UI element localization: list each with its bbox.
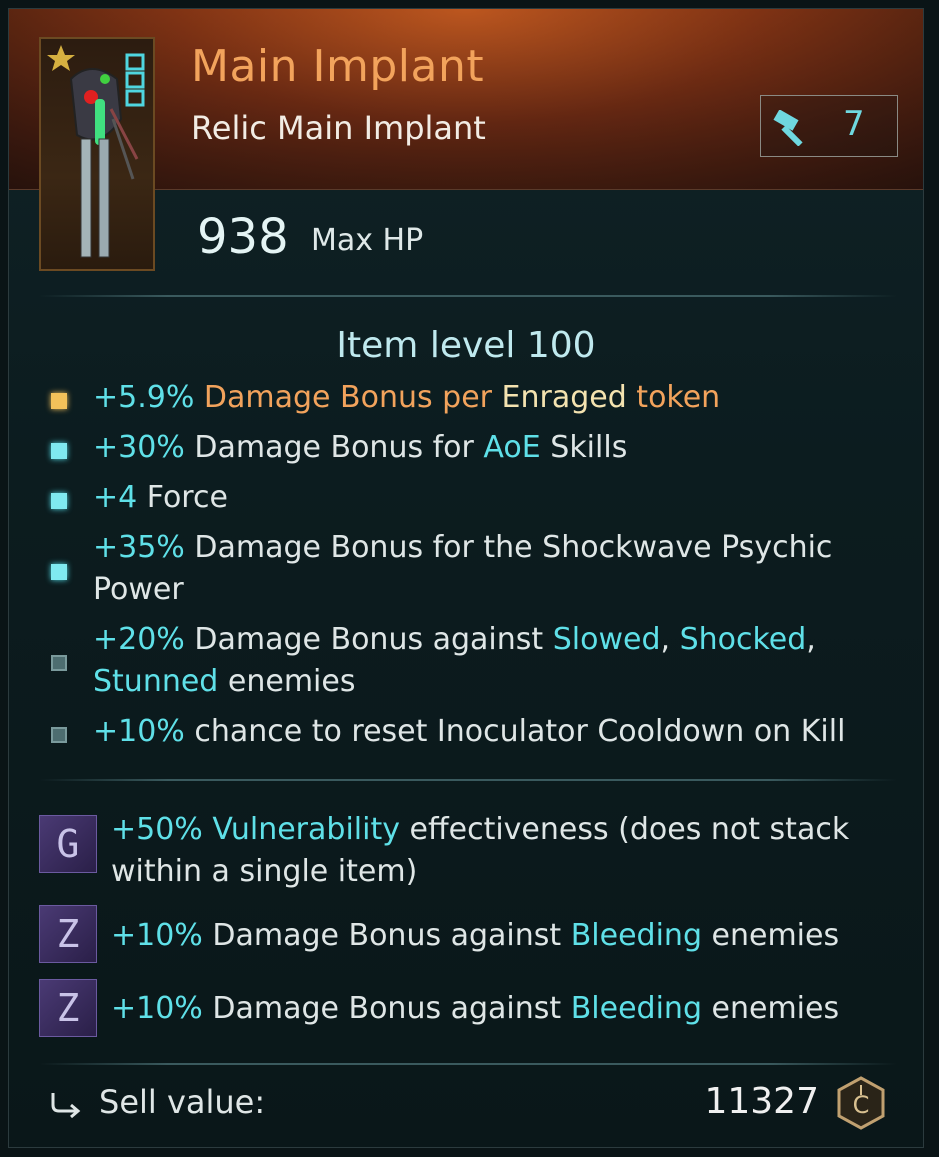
divider [39, 779, 897, 781]
stat-text-segment: +35% [93, 530, 185, 565]
stat-text-segment: Bleeding [570, 918, 702, 953]
stat-text-segment: +4 [93, 480, 138, 515]
stat-text-segment: Force [137, 480, 228, 515]
stat-text-segment: Bleeding [570, 991, 702, 1026]
stat-text-segment: Enraged [501, 380, 627, 415]
mod-rune-icon: Z [39, 979, 97, 1037]
stat-text-segment: Shocked [679, 622, 807, 657]
stat-line: +20% Damage Bonus against Slowed, Shocke… [93, 619, 863, 703]
stat-text-segment: enemies [701, 991, 840, 1026]
stat-text-segment: enemies [701, 918, 840, 953]
stat-text-segment: +10% [111, 991, 203, 1026]
primary-stat-value: 938 [197, 209, 289, 265]
credits-icon: C [837, 1076, 885, 1130]
stat-text-segment: +30% [93, 430, 185, 465]
stat-text-segment: +5.9% [93, 380, 195, 415]
item-tooltip: Main Implant Relic Main Implant 7 938 Ma… [8, 8, 924, 1148]
stat-text-segment: chance to reset Inoculator Cooldown on K… [184, 714, 846, 749]
stat-text-segment: AoE [483, 430, 541, 465]
stat-text-segment [203, 812, 213, 847]
craft-count: 7 [843, 104, 865, 144]
stat-bullet-cyan [51, 443, 67, 459]
stat-text-segment: Damage Bonus for [184, 430, 484, 465]
sell-arrow-icon [51, 1093, 81, 1119]
stat-text-segment: Stunned [93, 664, 219, 699]
mod-rune-glyph: Z [56, 986, 80, 1030]
stat-text-segment: Vulnerability [212, 812, 400, 847]
item-title: Main Implant [191, 41, 485, 92]
item-level: Item level 100 [336, 325, 596, 366]
primary-stat-label: Max HP [311, 223, 424, 258]
mod-line: +50% Vulnerability effectiveness (does n… [111, 809, 901, 893]
stat-bullet-dim [51, 727, 67, 743]
mod-line: +10% Damage Bonus against Bleeding enemi… [111, 988, 901, 1030]
stat-text-segment: Damage Bonus against [202, 918, 571, 953]
mod-rune-icon: G [39, 815, 97, 873]
stat-text-segment: Damage Bonus against [184, 622, 553, 657]
stat-text-segment: Damage Bonus per [194, 380, 502, 415]
svg-text:C: C [853, 1091, 870, 1119]
stat-text-segment: Skills [540, 430, 628, 465]
stat-bullet-cyan [51, 564, 67, 580]
divider [39, 1063, 897, 1065]
stat-text-segment: Slowed [552, 622, 661, 657]
divider [39, 295, 897, 297]
stat-text-segment: Damage Bonus for the Shockwave Psychic P… [93, 530, 833, 607]
stat-text-segment: +10% [111, 918, 203, 953]
mod-rune-glyph: Z [56, 912, 80, 956]
stat-bullet-gold [51, 393, 67, 409]
implant-relic-icon [39, 37, 155, 271]
hammer-icon [773, 110, 803, 146]
stat-text-segment: Damage Bonus against [202, 991, 571, 1026]
stat-line: +35% Damage Bonus for the Shockwave Psyc… [93, 527, 873, 611]
stat-text-segment: token [626, 380, 721, 415]
stat-text-segment: +20% [93, 622, 185, 657]
craft-count-box: 7 [760, 95, 898, 157]
item-type: Relic Main Implant [191, 109, 486, 147]
stat-text-segment: +10% [93, 714, 185, 749]
stat-bullet-cyan [51, 493, 67, 509]
sell-amount: 11327 [704, 1081, 819, 1122]
sell-label: Sell value: [99, 1083, 266, 1121]
stat-line: +10% chance to reset Inoculator Cooldown… [93, 711, 893, 753]
stat-text-segment: +50% [111, 812, 203, 847]
stat-bullet-dim [51, 655, 67, 671]
stat-text-segment: , [806, 622, 816, 657]
stat-line: +4 Force [93, 477, 893, 519]
mod-line: +10% Damage Bonus against Bleeding enemi… [111, 915, 901, 957]
mod-rune-icon: Z [39, 905, 97, 963]
mod-rune-glyph: G [56, 822, 80, 866]
stat-text-segment: , [660, 622, 680, 657]
stat-line: +5.9% Damage Bonus per Enraged token [93, 377, 893, 419]
stat-text-segment: enemies [218, 664, 356, 699]
stat-line: +30% Damage Bonus for AoE Skills [93, 427, 893, 469]
